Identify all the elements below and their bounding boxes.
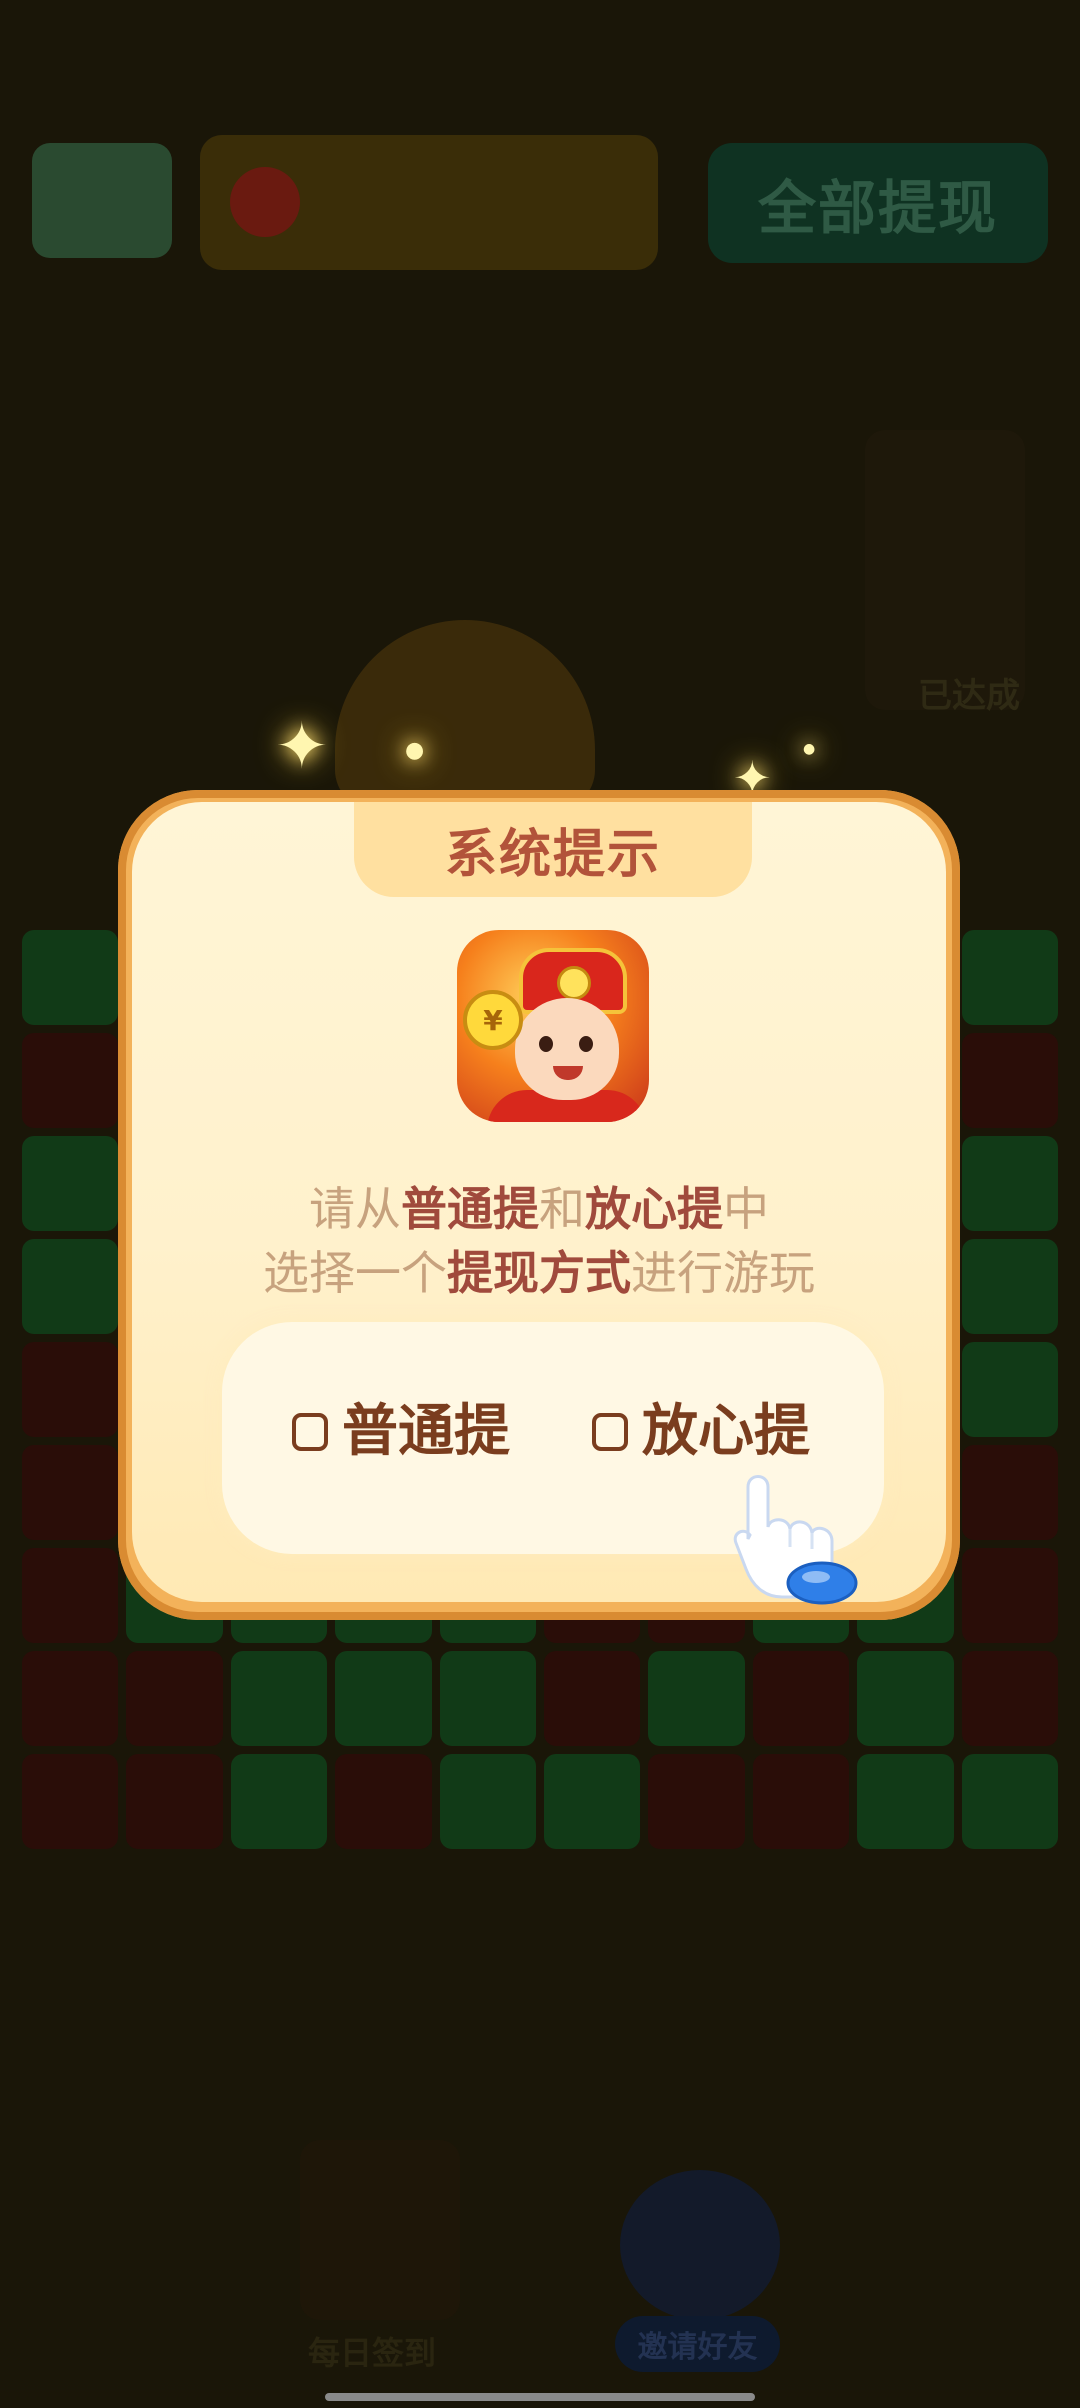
background-coin-icon: [230, 167, 300, 237]
message-highlight: 放心提: [585, 1182, 723, 1236]
dialog-title-tab: 系统提示: [354, 802, 752, 897]
message-text: 中: [723, 1182, 769, 1236]
tile: [544, 1651, 641, 1746]
face-icon: [515, 998, 619, 1100]
background-checkin-label: 每日签到: [308, 2334, 437, 2372]
tile: [126, 1651, 223, 1746]
tile: [961, 1445, 1058, 1540]
tile: [961, 1239, 1058, 1334]
sparkle-icon: ✦: [275, 710, 329, 784]
tile: [961, 1033, 1058, 1128]
tile: [230, 1651, 328, 1746]
tile: [126, 1754, 223, 1849]
tile: [439, 1754, 536, 1849]
option-normal-withdraw[interactable]: 普通提: [292, 1404, 510, 1460]
gold-coin-icon: ¥: [463, 990, 523, 1050]
tile: [22, 1342, 119, 1437]
sparkle-icon: ●: [803, 741, 816, 757]
tile: [439, 1651, 536, 1746]
message-text: 进行游玩: [631, 1246, 815, 1300]
option-safe-withdraw[interactable]: 放心提: [592, 1404, 810, 1460]
message-text: 请从: [309, 1182, 401, 1236]
checkbox-icon[interactable]: [592, 1413, 628, 1451]
tile: [22, 1239, 119, 1334]
tile: [961, 930, 1058, 1025]
tile: [961, 1136, 1058, 1231]
tile: [544, 1754, 641, 1849]
eye-icon: [539, 1036, 553, 1052]
app-icon: ¥: [457, 930, 649, 1122]
tile: [230, 1754, 328, 1849]
tile: [22, 1548, 119, 1643]
dialog-message-line-2: 选择一个提现方式进行游玩: [132, 1241, 946, 1305]
eye-icon: [579, 1036, 593, 1052]
sparkle-icon: ●: [405, 738, 425, 763]
background-withdraw-all-button: 全部提现: [708, 143, 1048, 263]
background-invite-label: 邀请好友: [615, 2316, 780, 2372]
tile: [961, 1342, 1058, 1437]
background-invite-icon: [620, 2170, 780, 2320]
tile: [22, 1033, 119, 1128]
screen: 全部提现 已达成 每日签到 邀请好友 ✦ ● ✦ ● 系统提示 ¥ 请从普通提和…: [0, 0, 1080, 2408]
pointing-hand-icon: [733, 1475, 858, 1605]
tile: [648, 1651, 745, 1746]
dialog-message-line-1: 请从普通提和放心提中: [132, 1177, 946, 1241]
background-tiger-mascot: [335, 620, 595, 810]
dialog-message: 请从普通提和放心提中 选择一个提现方式进行游玩: [132, 1177, 946, 1305]
home-indicator[interactable]: [325, 2393, 755, 2401]
tile: [857, 1651, 954, 1746]
tile: [961, 1548, 1058, 1643]
mouth-icon: [553, 1066, 583, 1080]
tile: [961, 1651, 1058, 1746]
tile: [648, 1754, 745, 1849]
tile: [22, 1754, 119, 1849]
tile: [22, 1136, 119, 1231]
tile: [335, 1754, 432, 1849]
tile: [752, 1651, 850, 1746]
message-highlight: 提现方式: [447, 1246, 631, 1300]
tile: [22, 930, 119, 1025]
tile: [857, 1754, 954, 1849]
dialog-title: 系统提示: [444, 825, 661, 885]
message-text: 选择一个: [263, 1246, 447, 1300]
background-reward-label: 已达成: [918, 676, 1020, 716]
background-balance-panel: [200, 135, 658, 270]
checkbox-icon[interactable]: [292, 1413, 328, 1451]
background-avatar: [32, 143, 172, 258]
message-text: 和: [539, 1182, 585, 1236]
tile: [22, 1651, 119, 1746]
background-top-bar: 全部提现: [32, 135, 1048, 275]
tile: [752, 1754, 850, 1849]
option-label: 放心提: [642, 1399, 810, 1464]
message-highlight: 普通提: [401, 1182, 539, 1236]
tile: [961, 1754, 1058, 1849]
tile: [335, 1651, 432, 1746]
hat-gem-icon: [557, 966, 591, 1000]
background-checkin-icon: [300, 2140, 460, 2320]
tile: [22, 1445, 119, 1540]
option-label: 普通提: [342, 1399, 510, 1464]
